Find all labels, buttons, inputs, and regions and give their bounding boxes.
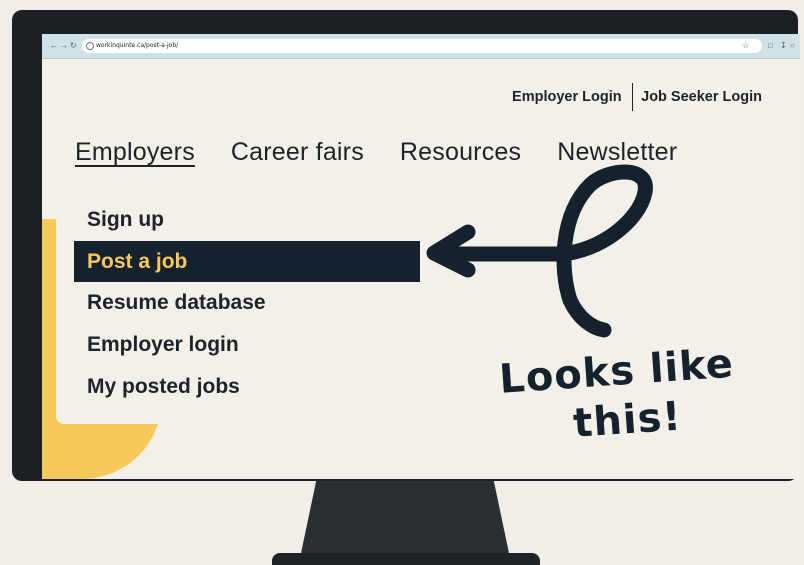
nav-career-fairs[interactable]: Career fairs [231, 138, 364, 167]
reload-icon[interactable]: ↻ [70, 41, 77, 51]
nav-employers[interactable]: Employers [75, 138, 195, 167]
employer-login-link[interactable]: Employer Login [512, 89, 622, 105]
nav-newsletter[interactable]: Newsletter [557, 138, 677, 167]
dropdown-item-sign-up[interactable]: Sign up [74, 199, 420, 241]
dropdown-item-post-a-job[interactable]: Post a job [74, 241, 420, 282]
page-icon[interactable]: □ [768, 41, 773, 51]
monitor-base [272, 553, 540, 565]
monitor-stand [300, 478, 510, 558]
download-icon[interactable]: ↧ [780, 41, 787, 51]
annotation-text-line2: this! [571, 393, 684, 447]
address-bar[interactable]: workinquinte.ca/post-a-job/ [82, 39, 762, 53]
login-links: Employer Login Job Seeker Login [512, 83, 762, 111]
dropdown-item-resume-database[interactable]: Resume database [74, 282, 420, 324]
divider [631, 83, 634, 111]
site-info-icon[interactable] [86, 42, 94, 50]
dropdown-item-employer-login[interactable]: Employer login [74, 324, 420, 366]
job-seeker-login-link[interactable]: Job Seeker Login [641, 89, 762, 105]
url-text: workinquinte.ca/post-a-job/ [96, 42, 179, 49]
star-icon[interactable]: ☆ [742, 41, 749, 51]
forward-icon[interactable]: → [60, 41, 68, 51]
back-icon[interactable]: ← [50, 41, 58, 51]
browser-toolbar: ← → ↻ workinquinte.ca/post-a-job/ ☆ □ ↧ … [42, 34, 800, 59]
dropdown-item-my-posted-jobs[interactable]: My posted jobs [74, 366, 420, 408]
employers-dropdown: Sign up Post a job Resume database Emplo… [74, 199, 420, 408]
main-nav: Employers Career fairs Resources Newslet… [75, 138, 677, 167]
nav-resources[interactable]: Resources [400, 138, 521, 167]
browser-screen: ← → ↻ workinquinte.ca/post-a-job/ ☆ □ ↧ … [42, 34, 800, 479]
extension-icon[interactable]: ○ [790, 41, 795, 51]
